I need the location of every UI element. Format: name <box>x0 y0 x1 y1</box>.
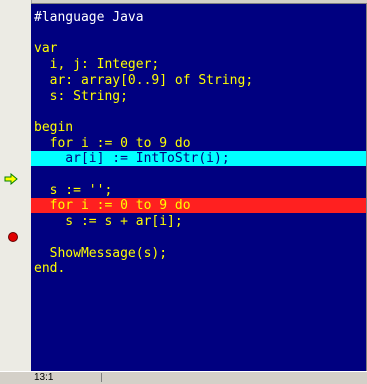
code-line[interactable] <box>31 26 366 41</box>
execution-line[interactable]: ar[i] := IntToStr(i); <box>31 151 366 167</box>
code-line[interactable]: s := ''; <box>31 183 366 198</box>
code-line[interactable]: i, j: Integer; <box>31 57 366 72</box>
code-line[interactable]: end. <box>31 261 366 276</box>
code-line[interactable] <box>31 104 366 119</box>
code-line[interactable]: s := s + ar[i]; <box>31 214 366 229</box>
code-line[interactable]: ar: array[0..9] of String; <box>31 73 366 88</box>
code-line[interactable]: ShowMessage(s); <box>31 246 366 261</box>
cursor-position: 13:1 <box>34 372 54 383</box>
code-line[interactable]: begin <box>31 120 366 135</box>
execution-arrow-icon <box>4 173 18 187</box>
code-line[interactable] <box>31 167 366 182</box>
code-line[interactable]: var <box>31 41 366 56</box>
code-line[interactable]: s: String; <box>31 89 366 104</box>
status-bar: 13:1 <box>0 371 367 384</box>
code-line[interactable]: for i := 0 to 9 do <box>31 136 366 151</box>
code-editor[interactable]: #language Java var i, j: Integer; ar: arr… <box>31 3 367 372</box>
code-line[interactable]: #language Java <box>31 10 366 25</box>
code-line[interactable] <box>31 230 366 245</box>
breakpoint-dot-icon[interactable] <box>8 232 18 242</box>
breakpoint-line[interactable]: for i := 0 to 9 do <box>31 198 366 214</box>
editor-gutter[interactable] <box>0 0 32 371</box>
